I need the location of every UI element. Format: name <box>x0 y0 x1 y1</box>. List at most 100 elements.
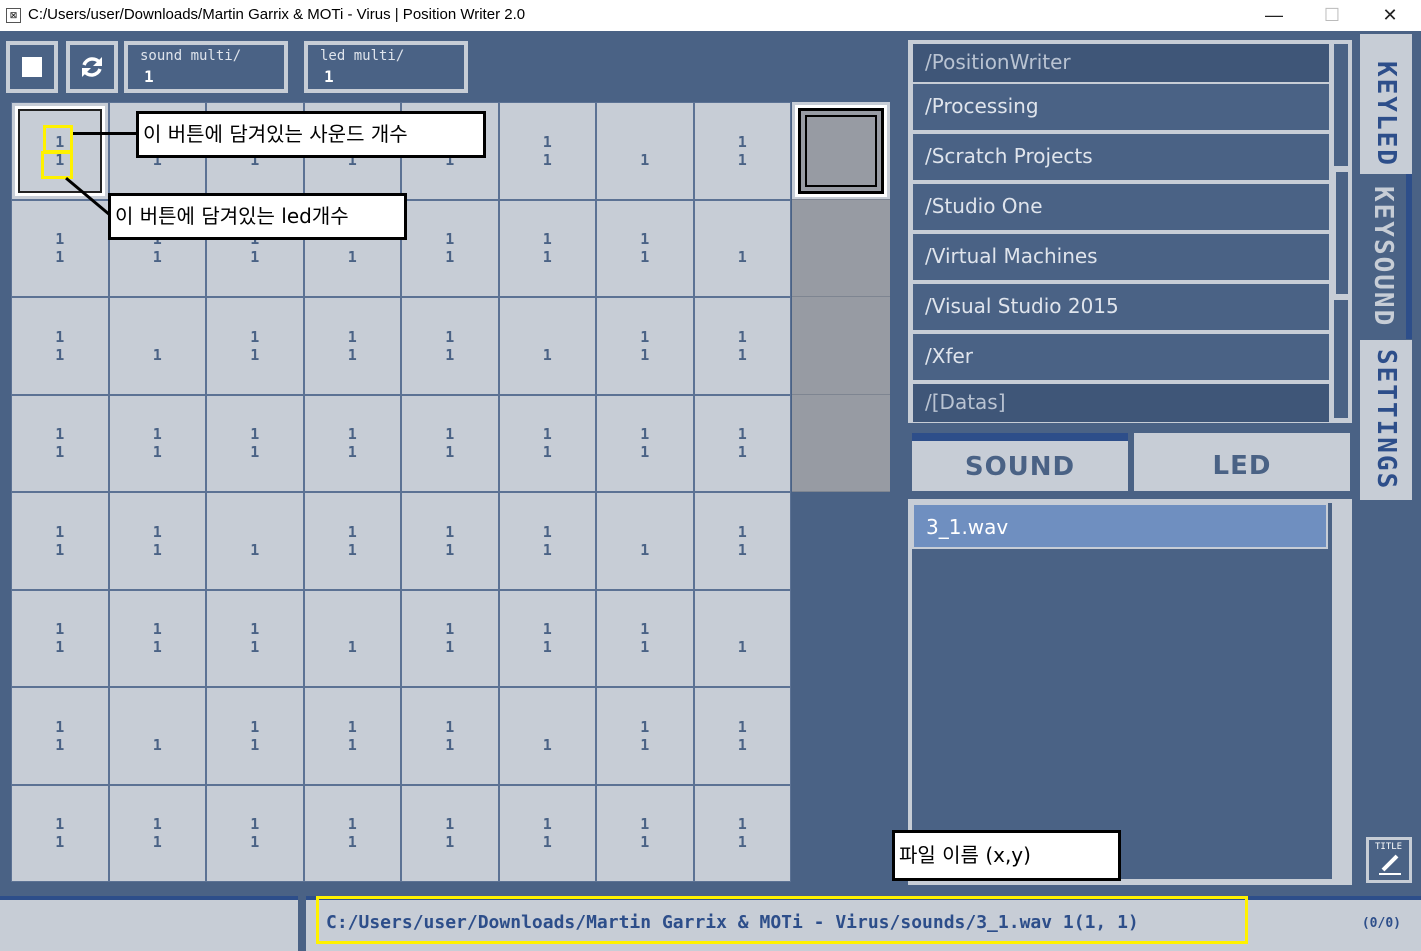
pad-led-count: 1 <box>542 443 552 462</box>
tab-sound[interactable]: SOUND <box>912 433 1128 491</box>
pad-button[interactable]: 1 <box>596 102 694 200</box>
pad-button[interactable]: 1 <box>108 687 206 785</box>
pad-button[interactable]: 1 <box>693 199 791 297</box>
pad-button[interactable]: 11 <box>11 687 109 785</box>
pad-button[interactable]: 1 <box>693 589 791 687</box>
pad-button[interactable]: 11 <box>108 492 206 590</box>
pad-button[interactable]: 11 <box>596 589 694 687</box>
pad-button[interactable]: 11 <box>596 687 694 785</box>
pad-sound-count: 1 <box>542 815 552 834</box>
led-multi-field[interactable]: led multi/ 1 <box>304 41 468 93</box>
tab-keyled[interactable]: KEYLED <box>1360 34 1412 194</box>
tab-settings[interactable]: SETTINGS <box>1360 340 1412 500</box>
app-icon: ⊠ <box>6 8 21 23</box>
pad-button[interactable]: 11 <box>498 199 596 297</box>
pad-button[interactable]: 11 <box>11 394 109 492</box>
pad-button[interactable]: 11 <box>11 589 109 687</box>
pad-button[interactable]: 11 <box>498 784 596 882</box>
file-item[interactable]: /PositionWriter <box>913 44 1329 82</box>
pad-button[interactable]: 11 <box>206 589 304 687</box>
pad-led-count: 1 <box>445 833 455 852</box>
pad-led-count: 1 <box>55 540 65 559</box>
title-edit-button[interactable]: TITLE <box>1366 837 1412 883</box>
pad-button[interactable]: 11 <box>401 687 499 785</box>
file-scrollbar-track[interactable] <box>1334 300 1348 418</box>
pad-button[interactable]: 1 <box>108 297 206 395</box>
pad-button[interactable]: 11 <box>303 394 401 492</box>
file-item[interactable]: /Virtual Machines <box>913 234 1329 280</box>
pad-led-count: 1 <box>542 248 552 267</box>
pad-button[interactable]: 11 <box>108 589 206 687</box>
pad-button[interactable]: 11 <box>693 297 791 395</box>
pad-led-count: 1 <box>445 638 455 657</box>
pad-button[interactable]: 11 <box>206 784 304 882</box>
pad-sound-count: 1 <box>55 717 65 736</box>
pad-button[interactable]: 11 <box>303 297 401 395</box>
pad-button[interactable]: 11 <box>303 784 401 882</box>
pad-button[interactable]: 11 <box>401 784 499 882</box>
pad-button[interactable]: 11 <box>401 199 499 297</box>
tab-led[interactable]: LED <box>1134 433 1350 491</box>
file-item[interactable]: /[Datas] <box>913 384 1329 422</box>
tab-keysound[interactable]: KEYSOUND <box>1360 174 1412 339</box>
file-item[interactable]: /Processing <box>913 84 1329 130</box>
pad-button[interactable]: 11 <box>206 687 304 785</box>
file-scrollbar-thumb[interactable] <box>1334 172 1348 294</box>
chain-button-selected[interactable] <box>792 102 890 200</box>
sound-multi-field[interactable]: sound multi/ 1 <box>124 41 288 93</box>
pad-button[interactable]: 11 <box>11 784 109 882</box>
pad-button[interactable]: 11 <box>596 297 694 395</box>
pad-led-count: 1 <box>152 345 162 364</box>
pad-button[interactable]: 11 <box>693 784 791 882</box>
pad-button[interactable]: 11 <box>108 394 206 492</box>
pad-button[interactable]: 11 <box>693 492 791 590</box>
pad-button[interactable]: 11 <box>693 394 791 492</box>
pad-button[interactable]: 1 <box>206 492 304 590</box>
pad-led-count: 1 <box>445 345 455 364</box>
pad-button[interactable]: 11 <box>401 589 499 687</box>
file-item[interactable]: /Scratch Projects <box>913 134 1329 180</box>
pad-button[interactable]: 11 <box>693 102 791 200</box>
pad-button[interactable]: 11 <box>11 297 109 395</box>
chain-button[interactable] <box>792 297 890 395</box>
file-scrollbar-track[interactable] <box>1334 44 1348 166</box>
pad-led-count: 1 <box>250 248 260 267</box>
pad-button[interactable]: 11 <box>693 687 791 785</box>
pad-button[interactable]: 1 <box>303 589 401 687</box>
chain-button[interactable] <box>792 394 890 492</box>
pad-button[interactable]: 11 <box>596 199 694 297</box>
pad-button[interactable]: 11 <box>401 394 499 492</box>
file-item[interactable]: /Studio One <box>913 184 1329 230</box>
pad-button[interactable]: 11 <box>498 102 596 200</box>
refresh-button[interactable] <box>66 41 118 93</box>
maximize-button[interactable]: ☐ <box>1303 0 1361 31</box>
pad-sound-count: 1 <box>347 425 357 444</box>
pad-button[interactable]: 11 <box>303 492 401 590</box>
pad-button[interactable]: 1 <box>498 297 596 395</box>
pad-button[interactable]: 11 <box>596 394 694 492</box>
pad-button[interactable]: 11 <box>206 297 304 395</box>
pad-button[interactable]: 11 <box>498 492 596 590</box>
minimize-button[interactable]: — <box>1245 0 1303 31</box>
pad-button[interactable]: 11 <box>596 784 694 882</box>
pad-button[interactable]: 11 <box>498 589 596 687</box>
sound-list-item[interactable]: 3_1.wav <box>912 503 1328 549</box>
pad-button[interactable]: 11 <box>498 394 596 492</box>
pad-button[interactable]: 1 <box>596 492 694 590</box>
pad-button[interactable]: 11 <box>206 394 304 492</box>
pad-sound-count: 1 <box>640 717 650 736</box>
pad-button[interactable]: 11 <box>401 492 499 590</box>
pad-button[interactable]: 11 <box>303 687 401 785</box>
pad-led-count: 1 <box>737 150 747 169</box>
pad-led-count: 1 <box>152 735 162 754</box>
file-item[interactable]: /Xfer <box>913 334 1329 380</box>
pad-button[interactable]: 11 <box>108 784 206 882</box>
pad-button[interactable]: 1 <box>498 687 596 785</box>
close-button[interactable]: ✕ <box>1361 0 1419 31</box>
file-item[interactable]: /Visual Studio 2015 <box>913 284 1329 330</box>
chain-button[interactable] <box>792 199 890 297</box>
stop-button[interactable] <box>6 41 58 93</box>
pad-button[interactable]: 11 <box>401 297 499 395</box>
pad-button[interactable]: 11 <box>11 199 109 297</box>
pad-button[interactable]: 11 <box>11 492 109 590</box>
